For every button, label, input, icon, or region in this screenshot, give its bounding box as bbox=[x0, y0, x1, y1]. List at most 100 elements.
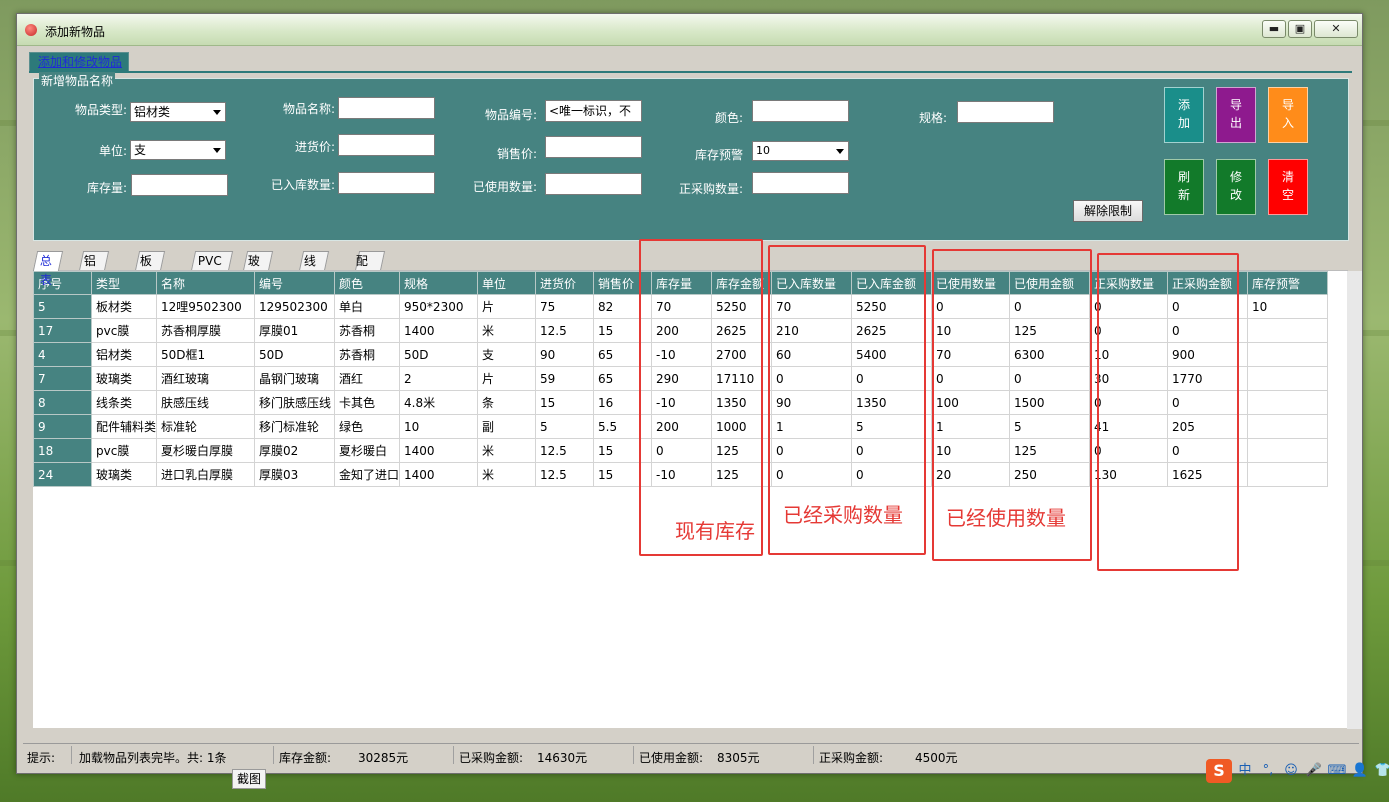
column-header[interactable]: 名称 bbox=[156, 271, 256, 295]
alert-select[interactable]: 10 bbox=[752, 141, 849, 161]
column-header[interactable]: 库存预警 bbox=[1247, 271, 1329, 295]
table-cell[interactable]: 厚膜02 bbox=[254, 438, 336, 463]
table-cell[interactable]: 厚膜01 bbox=[254, 318, 336, 343]
table-cell[interactable]: 玻璃类 bbox=[90, 462, 158, 487]
purchase-price-field[interactable] bbox=[338, 134, 435, 156]
row-id-cell[interactable]: 4 bbox=[33, 342, 92, 367]
table-cell[interactable] bbox=[1247, 390, 1329, 415]
tab-pvc[interactable]: PVC膜 bbox=[190, 251, 233, 287]
color-field[interactable] bbox=[752, 100, 849, 122]
table-cell[interactable]: 苏香桐厚膜 bbox=[156, 318, 256, 343]
keyboard-icon[interactable]: ⌨ bbox=[1327, 761, 1347, 781]
column-header[interactable]: 编号 bbox=[254, 271, 336, 295]
tab-all[interactable]: 总表 bbox=[32, 251, 64, 287]
table-cell[interactable]: 4.8米 bbox=[399, 390, 479, 415]
table-cell[interactable] bbox=[1247, 438, 1329, 463]
maximize-button[interactable]: ▣ bbox=[1288, 20, 1312, 38]
table-cell[interactable]: 进口乳白厚膜 bbox=[156, 462, 256, 487]
row-id-cell[interactable]: 7 bbox=[33, 366, 92, 391]
table-cell[interactable]: 12.5 bbox=[535, 438, 595, 463]
minimize-button[interactable]: ▬ bbox=[1262, 20, 1286, 38]
table-cell[interactable]: 苏香桐 bbox=[334, 342, 401, 367]
table-cell[interactable]: 59 bbox=[535, 366, 595, 391]
table-cell[interactable]: 铝材类 bbox=[90, 342, 158, 367]
emoji-icon[interactable]: ☺ bbox=[1281, 761, 1301, 781]
table-cell[interactable]: 肤感压线 bbox=[156, 390, 256, 415]
microphone-icon[interactable]: 🎤 bbox=[1304, 761, 1324, 781]
purchasing-qty-field[interactable] bbox=[752, 172, 849, 194]
table-cell[interactable] bbox=[1247, 414, 1329, 439]
table-cell[interactable]: 苏香桐 bbox=[334, 318, 401, 343]
spec-field[interactable] bbox=[957, 101, 1054, 123]
table-cell[interactable]: 厚膜03 bbox=[254, 462, 336, 487]
table-cell[interactable]: pvc膜 bbox=[90, 438, 158, 463]
table-cell[interactable]: 卡其色 bbox=[334, 390, 401, 415]
table-cell[interactable]: 移门肤感压线 bbox=[254, 390, 336, 415]
add-button[interactable]: 添加 bbox=[1164, 87, 1204, 143]
tab-trim[interactable]: 线条类 bbox=[298, 251, 330, 306]
table-cell[interactable]: 2 bbox=[399, 366, 479, 391]
table-cell[interactable]: 12.5 bbox=[535, 462, 595, 487]
table-cell[interactable]: 50D bbox=[254, 342, 336, 367]
table-cell[interactable]: 米 bbox=[477, 462, 537, 487]
refresh-button[interactable]: 刷新 bbox=[1164, 159, 1204, 215]
table-cell[interactable]: 支 bbox=[477, 342, 537, 367]
title-bar[interactable]: 添加新物品 ▬ ▣ ✕ bbox=[17, 14, 1362, 46]
table-cell[interactable] bbox=[1247, 342, 1329, 367]
table-cell[interactable]: 1400 bbox=[399, 318, 479, 343]
export-button[interactable]: 导出 bbox=[1216, 87, 1256, 143]
column-header[interactable]: 进货价 bbox=[535, 271, 595, 295]
table-cell[interactable]: 酒红玻璃 bbox=[156, 366, 256, 391]
table-cell[interactable]: 12.5 bbox=[535, 318, 595, 343]
column-header[interactable]: 单位 bbox=[477, 271, 537, 295]
table-cell[interactable]: 配件辅料类 bbox=[90, 414, 158, 439]
table-cell[interactable]: 129502300 bbox=[254, 294, 336, 319]
tab-board[interactable]: 板材类 bbox=[134, 251, 166, 306]
table-cell[interactable] bbox=[1247, 318, 1329, 343]
skin-icon[interactable]: 👕 bbox=[1373, 761, 1389, 781]
table-cell[interactable]: 酒红 bbox=[334, 366, 401, 391]
tab-add-edit-item[interactable]: 添加和修改物品 bbox=[29, 52, 129, 72]
punctuation-icon[interactable]: °, bbox=[1258, 761, 1278, 781]
sogou-logo-icon[interactable]: S bbox=[1206, 759, 1232, 783]
edit-button[interactable]: 修改 bbox=[1216, 159, 1256, 215]
table-cell[interactable]: 5 bbox=[535, 414, 595, 439]
table-cell[interactable]: 75 bbox=[535, 294, 595, 319]
used-qty-field[interactable] bbox=[545, 173, 642, 195]
table-cell[interactable]: 50D bbox=[399, 342, 479, 367]
row-id-cell[interactable]: 9 bbox=[33, 414, 92, 439]
name-field[interactable] bbox=[338, 97, 435, 119]
ime-mode-toggle[interactable]: 中 bbox=[1235, 761, 1255, 781]
table-cell[interactable]: 12哩9502300 bbox=[156, 294, 256, 319]
code-field[interactable]: <唯一标识，不 bbox=[545, 100, 642, 122]
table-cell[interactable]: 50D框1 bbox=[156, 342, 256, 367]
close-button[interactable]: ✕ bbox=[1314, 20, 1358, 38]
column-header[interactable]: 颜色 bbox=[334, 271, 401, 295]
table-cell[interactable]: 单白 bbox=[334, 294, 401, 319]
table-cell[interactable]: 夏杉暖白 bbox=[334, 438, 401, 463]
table-cell[interactable]: 绿色 bbox=[334, 414, 401, 439]
stocked-qty-field[interactable] bbox=[338, 172, 435, 194]
ime-toolbar[interactable]: S 中 °, ☺ 🎤 ⌨ 👤 👕 bbox=[1206, 759, 1389, 783]
column-header[interactable]: 规格 bbox=[399, 271, 479, 295]
table-cell[interactable]: 板材类 bbox=[90, 294, 158, 319]
table-cell[interactable]: 米 bbox=[477, 318, 537, 343]
unit-select[interactable]: 支 bbox=[130, 140, 226, 160]
table-cell[interactable]: 片 bbox=[477, 366, 537, 391]
table-cell[interactable]: 夏杉暖白厚膜 bbox=[156, 438, 256, 463]
table-cell[interactable]: 米 bbox=[477, 438, 537, 463]
category-select[interactable]: 铝材类 bbox=[130, 102, 226, 122]
table-cell[interactable]: 金知了进口 bbox=[334, 462, 401, 487]
table-cell[interactable] bbox=[1247, 462, 1329, 487]
table-cell[interactable]: 移门标准轮 bbox=[254, 414, 336, 439]
table-cell[interactable]: 10 bbox=[399, 414, 479, 439]
table-cell[interactable]: 90 bbox=[535, 342, 595, 367]
table-cell[interactable]: pvc膜 bbox=[90, 318, 158, 343]
table-cell[interactable]: 1400 bbox=[399, 438, 479, 463]
table-cell[interactable]: 条 bbox=[477, 390, 537, 415]
column-header[interactable]: 类型 bbox=[90, 271, 158, 295]
table-cell[interactable]: 副 bbox=[477, 414, 537, 439]
table-cell[interactable] bbox=[1247, 366, 1329, 391]
table-cell[interactable]: 950*2300 bbox=[399, 294, 479, 319]
sale-price-field[interactable] bbox=[545, 136, 642, 158]
